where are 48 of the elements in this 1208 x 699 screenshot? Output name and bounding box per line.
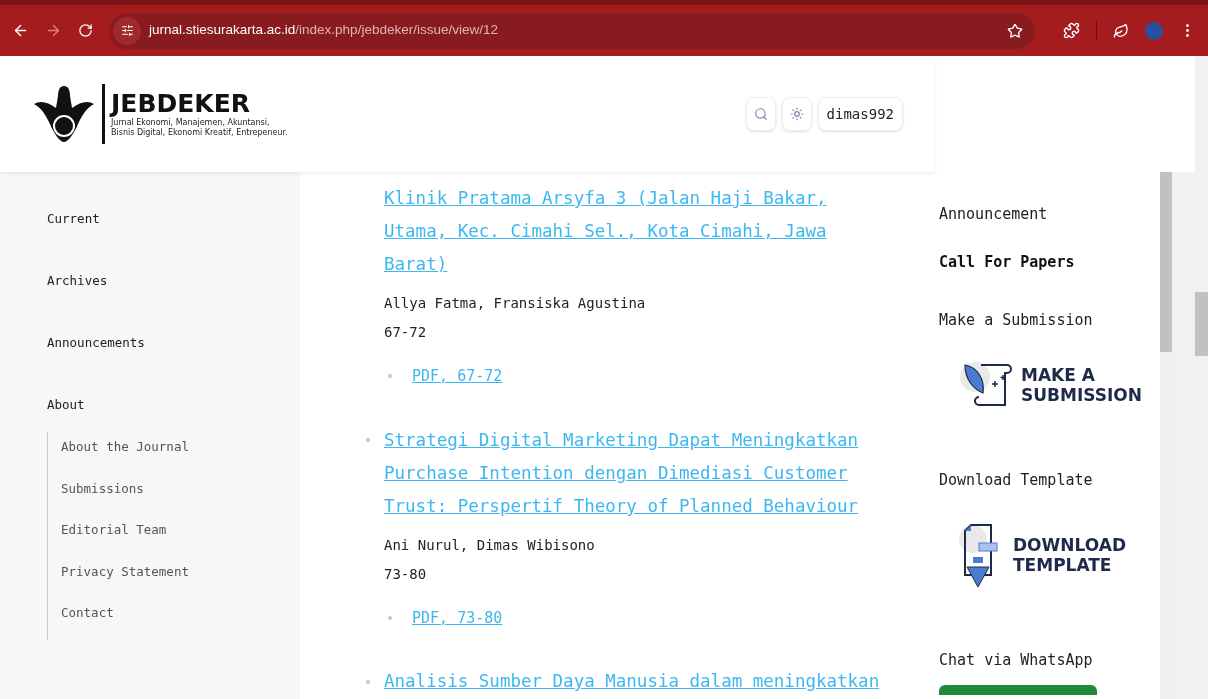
bullet-icon — [366, 438, 370, 442]
address-bar[interactable]: jurnal.stiesurakarta.ac.id/index.php/jebdeker/issue/view/12 — [109, 12, 1035, 49]
nav-sublink[interactable]: Contact — [61, 605, 114, 620]
sidebar-link[interactable]: Call For Papers — [939, 253, 1075, 271]
sidebar-heading: Announcement — [939, 205, 1048, 223]
nav-link[interactable]: Archives — [47, 273, 108, 288]
extension-leaf-icon[interactable] — [1113, 22, 1129, 39]
site-settings-icon[interactable] — [120, 24, 134, 37]
nav-link[interactable]: About — [47, 397, 85, 412]
url-text: jurnal.stiesurakarta.ac.id/index.php/jebdeker/issue/view/12 — [149, 21, 498, 40]
banner-text: DOWNLOAD TEMPLATE — [1013, 535, 1127, 575]
download-template-banner[interactable]: DOWNLOAD TEMPLATE — [959, 519, 1127, 591]
theme-toggle-button[interactable] — [781, 97, 812, 131]
search-icon — [753, 107, 768, 121]
inner-scrollbar[interactable] — [1160, 172, 1172, 699]
nav-link[interactable]: Announcements — [47, 335, 145, 350]
article-pages: 67-72 — [384, 323, 428, 342]
nav-sublink[interactable]: Editorial Team — [61, 522, 167, 537]
bullet-icon — [388, 615, 392, 620]
sidebar-heading: Download Template — [939, 471, 1093, 489]
sidebar-heading: Chat via WhatsApp — [939, 651, 1093, 669]
bullet-icon — [388, 374, 392, 379]
nav-sublink[interactable]: About the Journal — [61, 439, 189, 454]
make-submission-banner[interactable]: MAKE A SUBMISSION — [959, 359, 1142, 411]
scrollbar-thumb[interactable] — [1160, 172, 1172, 352]
nav-sublink[interactable]: Submissions — [61, 480, 144, 496]
article-authors: Allya Fatma, Fransiska Agustina — [384, 294, 647, 313]
page-scrollbar[interactable] — [1195, 56, 1208, 699]
banner-text: MAKE A SUBMISSION — [1021, 365, 1142, 405]
search-button[interactable] — [745, 97, 776, 131]
sun-icon — [789, 107, 804, 121]
bullet-icon — [366, 679, 370, 684]
logo-subtitle: Jurnal Ekonomi, Manajemen, Akuntansi, — [111, 118, 271, 128]
extensions-icon[interactable] — [1063, 22, 1080, 39]
sidebar-heading: Make a Submission — [939, 311, 1093, 329]
forward-icon[interactable] — [45, 22, 62, 39]
journal-logo[interactable]: JEBDEKER Jurnal Ekonomi, Manajemen, Akuntansi, Bisnis Digital, Ekonomi Kreatif, Entrepeneur. — [32, 82, 288, 146]
nav-link[interactable]: Current — [47, 211, 100, 226]
reload-icon[interactable] — [78, 23, 93, 38]
article-authors: Ani Nurul, Dimas Wibisono — [384, 535, 596, 555]
user-menu-button[interactable]: dimas992 — [817, 97, 903, 131]
logo-title: JEBDEKER — [111, 90, 250, 118]
article-pages: 73-80 — [384, 564, 428, 584]
bookmark-star-icon[interactable] — [1007, 22, 1023, 39]
scrollbar-thumb[interactable] — [1195, 292, 1208, 356]
back-icon[interactable] — [12, 22, 29, 39]
logo-subtitle: Bisnis Digital, Ekonomi Kreatif, Entrepeneur. — [111, 128, 288, 138]
nav-sublink[interactable]: Privacy Statement — [61, 563, 189, 579]
